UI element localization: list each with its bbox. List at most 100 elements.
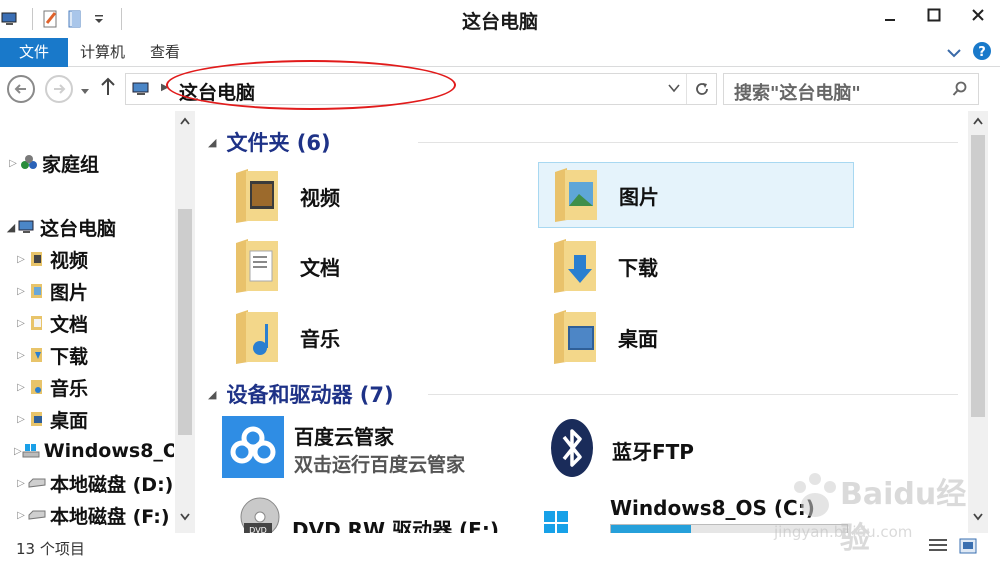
back-button[interactable] (7, 75, 35, 103)
expand-ribbon-icon[interactable] (946, 44, 962, 63)
nav-label: 这台电脑 (40, 217, 117, 240)
navigation-pane: ▷ 家庭组 ◢ 这台电脑 ▷ 视频 ▷ 图片 ▷ 文档 ▷ 下载 ▷ 音乐 ▷ (0, 111, 195, 533)
nav-item-drive-f[interactable]: ▷ 本地磁盘 (F:) (14, 500, 174, 530)
search-placeholder: 搜索"这台电脑" (734, 83, 861, 104)
collapse-icon[interactable]: ◢ (4, 221, 18, 234)
device-drive-c[interactable]: Windows8_OS (C:) (542, 489, 848, 533)
search-icon[interactable] (952, 81, 968, 101)
nav-item-documents[interactable]: ▷ 文档 (14, 308, 88, 338)
device-description: 双击运行百度云管家 (294, 454, 466, 476)
recent-locations-dropdown-icon[interactable] (80, 81, 90, 100)
tab-file[interactable]: 文件 (0, 38, 68, 67)
maximize-button[interactable] (912, 0, 956, 30)
search-input[interactable]: 搜索"这台电脑" (723, 73, 979, 105)
nav-homegroup[interactable]: ▷ 家庭组 (6, 148, 99, 178)
address-dropdown-icon[interactable] (668, 82, 680, 97)
nav-item-downloads[interactable]: ▷ 下载 (14, 340, 88, 370)
folder-documents[interactable]: 文档 (220, 233, 536, 299)
nav-item-pictures[interactable]: ▷ 图片 (14, 276, 88, 306)
scroll-up-icon[interactable] (175, 113, 195, 133)
device-dvd-drive[interactable]: DVD DVD RW 驱动器 (E:) (238, 495, 499, 533)
content-scrollbar[interactable] (968, 111, 988, 533)
folder-downloads[interactable]: 下载 (538, 233, 854, 299)
folder-videos[interactable]: 视频 (220, 163, 536, 229)
windows-logo-icon (542, 509, 594, 533)
help-icon[interactable]: ? (972, 41, 992, 65)
nav-label: 本地磁盘 (D:) (50, 473, 174, 496)
local-disk-icon (28, 506, 46, 524)
device-name: DVD RW 驱动器 (E:) (292, 517, 499, 534)
window-controls (868, 0, 1000, 30)
view-switcher (928, 537, 978, 559)
scroll-up-icon[interactable] (968, 113, 988, 133)
tab-view[interactable]: 查看 (150, 38, 180, 67)
folder-music[interactable]: 音乐 (220, 304, 536, 370)
capacity-bar-fill (611, 524, 692, 533)
expand-icon[interactable]: ▷ (14, 286, 28, 297)
status-bar: 13 个项目 (0, 533, 1000, 567)
scrollbar-thumb[interactable] (971, 135, 985, 417)
content-pane: ◢ 文件夹 (6) 视频 图片 文档 下载 音乐 桌面 ◢ 设备和驱动器 (7)… (198, 111, 968, 533)
folder-desktop[interactable]: 桌面 (538, 304, 854, 370)
group-title: 设备和驱动器 (7) (226, 383, 394, 407)
nav-item-drive-c[interactable]: ▷ Windows8_OS (C:) (14, 436, 174, 466)
nav-item-videos[interactable]: ▷ 视频 (14, 244, 88, 274)
tab-computer[interactable]: 计算机 (80, 38, 125, 67)
nav-item-desktop[interactable]: ▷ 桌面 (14, 404, 88, 434)
scroll-down-icon[interactable] (175, 509, 195, 529)
nav-label: Windows8_OS (C:) (43, 440, 174, 462)
nav-this-pc[interactable]: ◢ 这台电脑 (4, 212, 116, 242)
devices-group-header[interactable]: ◢ 设备和驱动器 (7) (208, 379, 958, 409)
ribbon: 文件 计算机 查看 ? (0, 38, 1000, 67)
device-text: 百度云管家 双击运行百度云管家 (294, 421, 465, 477)
windows-drive-icon (22, 442, 40, 460)
forward-button[interactable] (45, 75, 73, 103)
device-name: Windows8_OS (C:) (610, 495, 815, 520)
item-count: 13 个项目 (16, 540, 85, 558)
expand-icon[interactable]: ▷ (14, 318, 28, 329)
downloads-folder-icon (28, 346, 46, 364)
expand-icon[interactable]: ▷ (14, 350, 28, 361)
group-divider (428, 394, 958, 395)
bluetooth-icon (548, 417, 596, 483)
details-view-icon[interactable] (928, 537, 948, 559)
homegroup-icon (20, 154, 38, 172)
scrollbar-thumb[interactable] (178, 209, 192, 435)
nav-label: 下载 (50, 345, 89, 368)
device-text: DVD RW 驱动器 (E:) (292, 496, 499, 534)
address-bar[interactable]: ▶ 这台电脑 (125, 73, 717, 105)
pictures-folder-icon (28, 282, 46, 300)
expand-icon[interactable]: ▷ (14, 478, 28, 489)
folders-group-header[interactable]: ◢ 文件夹 (6) (208, 127, 958, 157)
large-icons-view-icon[interactable] (958, 537, 978, 559)
expand-icon[interactable]: ▷ (14, 382, 28, 393)
nav-label: 音乐 (50, 377, 89, 400)
nav-item-drive-d[interactable]: ▷ 本地磁盘 (D:) (14, 468, 174, 498)
expand-icon[interactable]: ▷ (14, 414, 28, 425)
expand-icon[interactable]: ▷ (14, 510, 28, 521)
collapse-group-icon[interactable]: ◢ (208, 388, 216, 401)
ribbon-right-controls: ? (946, 41, 992, 65)
nav-item-music[interactable]: ▷ 音乐 (14, 372, 88, 402)
nav-label: 本地磁盘 (F:) (50, 505, 170, 528)
expand-icon[interactable]: ▷ (6, 158, 20, 169)
desktop-folder-icon (546, 308, 604, 366)
pictures-folder-icon (547, 166, 605, 224)
close-button[interactable] (956, 0, 1000, 30)
music-folder-icon (28, 378, 46, 396)
device-baidu-cloud[interactable]: 百度云管家 双击运行百度云管家 (222, 416, 465, 482)
device-bluetooth-ftp[interactable]: 蓝牙FTP (548, 417, 694, 483)
scroll-down-icon[interactable] (968, 509, 988, 529)
expand-icon[interactable]: ▷ (14, 254, 28, 265)
collapse-group-icon[interactable]: ◢ (208, 136, 216, 149)
breadcrumb-this-pc[interactable]: 这台电脑 (179, 78, 255, 105)
up-arrow-icon[interactable] (100, 77, 116, 101)
minimize-button[interactable] (868, 0, 912, 30)
folder-pictures[interactable]: 图片 (538, 162, 854, 228)
nav-label: 文档 (50, 313, 89, 336)
folder-label: 桌面 (618, 326, 658, 351)
expand-icon[interactable]: ▷ (14, 446, 22, 457)
breadcrumb-separator-icon[interactable]: ▶ (161, 82, 169, 93)
refresh-button[interactable] (686, 74, 717, 104)
nav-scrollbar[interactable] (175, 111, 195, 533)
